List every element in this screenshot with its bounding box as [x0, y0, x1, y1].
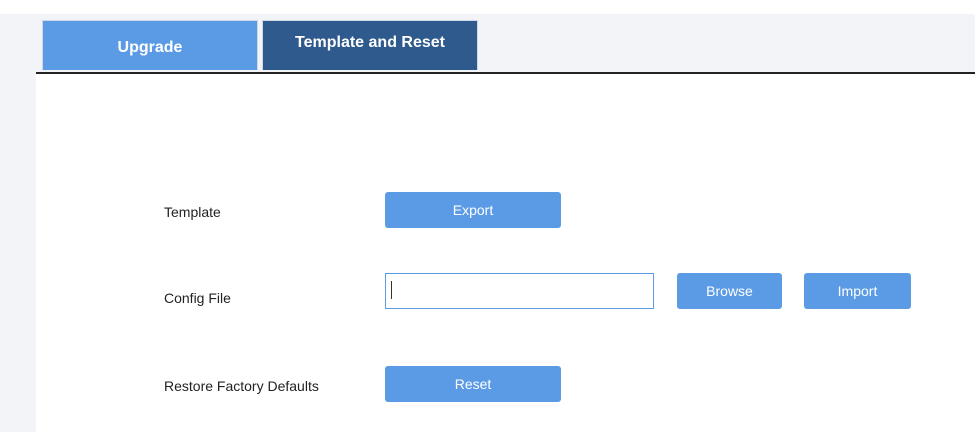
left-sidebar: [0, 14, 36, 432]
restore-defaults-label: Restore Factory Defaults: [164, 378, 319, 394]
template-label: Template: [164, 204, 221, 220]
import-button[interactable]: Import: [804, 273, 911, 309]
top-strip: [0, 0, 975, 14]
tab-template-and-reset[interactable]: Template and Reset: [262, 20, 478, 70]
text-cursor: [391, 281, 392, 299]
tab-bar: Upgrade Template and Reset: [36, 14, 975, 74]
export-button[interactable]: Export: [385, 192, 561, 228]
config-file-input[interactable]: [385, 273, 654, 309]
browse-button[interactable]: Browse: [677, 273, 782, 309]
main-content: Template Export Config File Browse Impor…: [36, 74, 975, 432]
config-file-label: Config File: [164, 290, 231, 306]
tab-upgrade[interactable]: Upgrade: [42, 20, 258, 70]
reset-button[interactable]: Reset: [385, 366, 561, 402]
